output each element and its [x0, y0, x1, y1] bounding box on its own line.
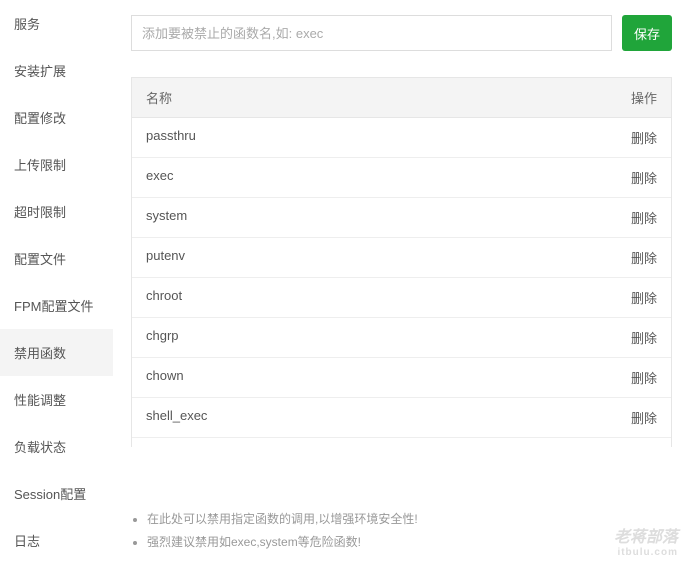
- table-row: chroot 删除: [132, 278, 671, 318]
- sidebar-item-disable-functions[interactable]: 禁用函数: [0, 329, 113, 376]
- delete-link[interactable]: 删除: [631, 368, 657, 387]
- sidebar-item-upload-limit[interactable]: 上传限制: [0, 141, 113, 188]
- function-name: putenv: [146, 248, 185, 267]
- input-row: 保存: [131, 15, 672, 51]
- notes-list: 在此处可以禁用指定函数的调用,以增强环境安全性! 强烈建议禁用如exec,sys…: [131, 510, 672, 556]
- sidebar-item-performance[interactable]: 性能调整: [0, 376, 113, 423]
- header-action: 操作: [631, 88, 657, 107]
- table-header: 名称 操作: [132, 78, 671, 118]
- table-row: passthru 删除: [132, 118, 671, 158]
- sidebar-item-config-file[interactable]: 配置文件: [0, 235, 113, 282]
- watermark-sub: itbulu.com: [614, 547, 678, 558]
- delete-link[interactable]: 删除: [631, 328, 657, 347]
- delete-link[interactable]: 删除: [631, 128, 657, 147]
- header-name: 名称: [146, 88, 172, 107]
- table-row: chown 删除: [132, 358, 671, 398]
- function-name: passthru: [146, 128, 196, 147]
- sidebar-item-load-status[interactable]: 负载状态: [0, 423, 113, 470]
- sidebar-item-config-modify[interactable]: 配置修改: [0, 94, 113, 141]
- sidebar-item-session-config[interactable]: Session配置: [0, 470, 113, 517]
- function-name: exec: [146, 168, 173, 187]
- table-row: chgrp 删除: [132, 318, 671, 358]
- delete-link[interactable]: 删除: [631, 248, 657, 267]
- table-row: system 删除: [132, 198, 671, 238]
- sidebar: 服务 安装扩展 配置修改 上传限制 超时限制 配置文件 FPM配置文件 禁用函数…: [0, 0, 113, 566]
- sidebar-item-fpm-config[interactable]: FPM配置文件: [0, 282, 113, 329]
- table-row: exec 删除: [132, 158, 671, 198]
- main-panel: 保存 名称 操作 passthru 删除 exec 删除 system 删除: [113, 0, 690, 566]
- sidebar-item-log[interactable]: 日志: [0, 517, 113, 564]
- function-name: chgrp: [146, 328, 179, 347]
- delete-link[interactable]: 删除: [631, 408, 657, 427]
- table-row: shell_exec 删除: [132, 398, 671, 438]
- function-name: system: [146, 208, 187, 227]
- delete-link[interactable]: 删除: [631, 288, 657, 307]
- note-item: 在此处可以禁用指定函数的调用,以增强环境安全性!: [147, 510, 672, 527]
- sidebar-item-install-ext[interactable]: 安装扩展: [0, 47, 113, 94]
- function-name: shell_exec: [146, 408, 207, 427]
- watermark-main: 老蒋部落: [614, 529, 678, 547]
- sidebar-item-timeout-limit[interactable]: 超时限制: [0, 188, 113, 235]
- table-row: putenv 删除: [132, 238, 671, 278]
- sidebar-item-service[interactable]: 服务: [0, 0, 113, 47]
- table-row: popen 删除: [132, 438, 671, 447]
- function-name: chown: [146, 368, 184, 387]
- table-wrapper: 名称 操作 passthru 删除 exec 删除 system 删除 pute…: [131, 77, 672, 498]
- function-name: chroot: [146, 288, 182, 307]
- functions-table[interactable]: 名称 操作 passthru 删除 exec 删除 system 删除 pute…: [131, 77, 672, 447]
- function-name-input[interactable]: [131, 15, 612, 51]
- watermark: 老蒋部落 itbulu.com: [614, 529, 678, 558]
- delete-link[interactable]: 删除: [631, 208, 657, 227]
- delete-link[interactable]: 删除: [631, 168, 657, 187]
- save-button[interactable]: 保存: [622, 15, 672, 51]
- note-item: 强烈建议禁用如exec,system等危险函数!: [147, 533, 672, 550]
